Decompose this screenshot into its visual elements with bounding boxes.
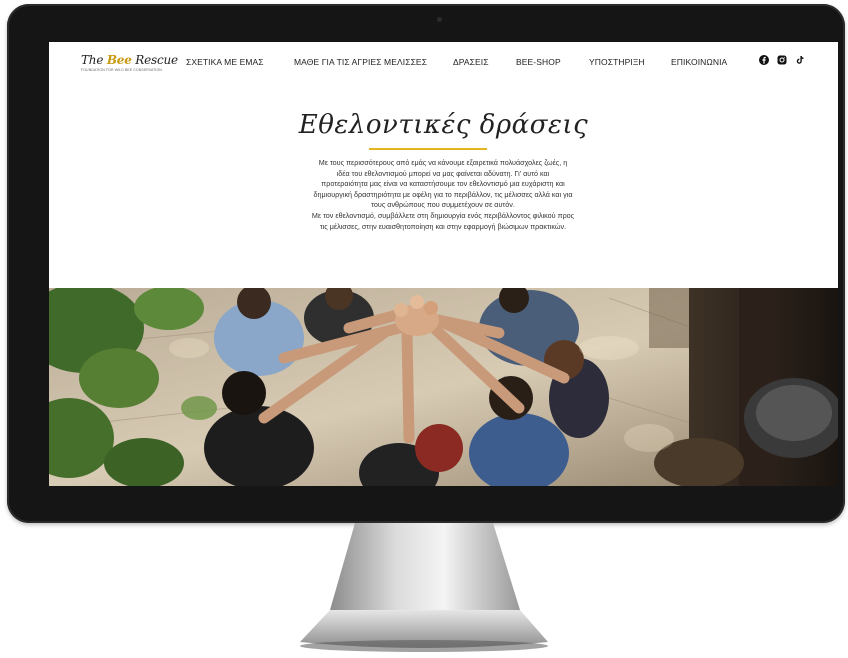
paragraph-line: ιδέα του εθελοντισμού μπορεί να μας φαίν… (336, 168, 550, 178)
instagram-icon[interactable] (777, 55, 787, 65)
social-links (759, 55, 805, 67)
top-navigation: The Bee Rescue FOUNDATION FOR WILD BEE C… (49, 42, 838, 84)
paragraph-line: προτεραιότητα μας είναι να καταστήσουμε … (321, 179, 565, 189)
page-title: Εθελοντικές δράσεις (298, 110, 589, 140)
site-logo[interactable]: The Bee Rescue FOUNDATION FOR WILD BEE C… (81, 53, 178, 72)
volunteers-photo (49, 288, 838, 486)
nav-item-support[interactable]: ΥΠΟΣΤΗΡΙΞΗ (589, 57, 645, 67)
camera-dot (437, 17, 442, 22)
paragraph-line: τους ανθρώπους που συμμετέχουν σε αυτόν. (371, 200, 515, 210)
paragraph-line: τις μέλισσες, στην ευαισθητοποίηση και σ… (319, 221, 567, 231)
nav-item-actions[interactable]: ΔΡΑΣΕΙΣ (453, 57, 489, 67)
nav-item-bee-shop[interactable]: BEE-SHOP (516, 57, 561, 67)
nav-item-contact[interactable]: ΕΠΙΚΟΙΝΩΝΙΑ (671, 57, 727, 67)
nav-item-wild-bees[interactable]: ΜΑΘΕ ΓΙΑ ΤΙΣ ΑΓΡΙΕΣ ΜΕΛΙΣΣΕΣ (294, 57, 427, 67)
logo-tagline: FOUNDATION FOR WILD BEE CONSERVATION (81, 68, 162, 72)
paragraph-line: δημιουργική δραστηριότητα με οφέλη για τ… (313, 189, 573, 199)
intro-paragraph: Με τους περισσότερους από εμάς να κάνουμ… (255, 158, 631, 232)
facebook-icon[interactable] (759, 55, 769, 65)
paragraph-line: Με τον εθελοντισμό, συμβάλλετε στη δημιο… (311, 210, 575, 220)
website-screen: The Bee Rescue FOUNDATION FOR WILD BEE C… (49, 42, 838, 486)
title-underline (369, 148, 487, 150)
paragraph-line: Με τους περισσότερους από εμάς να κάνουμ… (318, 158, 568, 167)
tiktok-icon[interactable] (795, 55, 805, 65)
logo-text: The Bee Rescue (81, 53, 178, 67)
monitor-frame: The Bee Rescue FOUNDATION FOR WILD BEE C… (7, 4, 845, 523)
nav-item-about[interactable]: ΣΧΕΤΙΚΑ ΜΕ ΕΜΑΣ (186, 57, 264, 67)
